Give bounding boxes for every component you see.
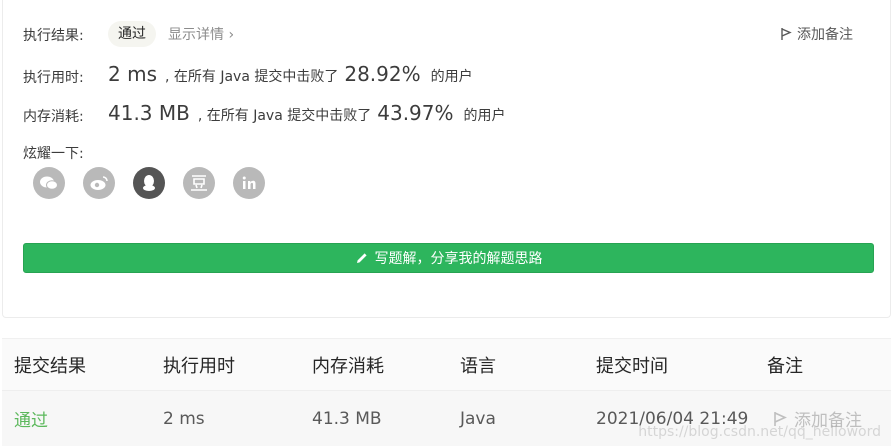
memory-value: 41.3 MB [108,101,190,125]
runtime-suffix: 的用户 [430,69,473,85]
header-language: 语言 [460,355,496,377]
write-solution-label: 写题解，分享我的解题思路 [374,251,543,267]
memory-label: 内存消耗: [23,109,84,125]
linkedin-icon[interactable] [233,167,265,199]
result-card: 执行结果: 通过 显示详情 › 添加备注 执行用时: 2 ms , 在所有 Ja… [2,0,891,318]
share-label: 炫耀一下: [23,146,84,162]
memory-stat: 41.3 MB , 在所有 Java 提交中击败了 43.97% 的用户 [108,101,506,125]
watermark-text: https://blog.csdn.net/qq_helloword [638,424,881,440]
header-runtime: 执行用时 [163,355,235,377]
add-note-button[interactable]: 添加备注 [779,24,853,44]
runtime-percent: 28.92% [344,62,421,86]
header-memory: 内存消耗 [312,355,384,377]
runtime-stat: 2 ms , 在所有 Java 提交中击败了 28.92% 的用户 [108,62,473,86]
show-details-link[interactable]: 显示详情 › [168,24,234,44]
share-buttons [33,167,265,199]
table-header: 提交结果 执行用时 内存消耗 语言 提交时间 备注 [2,338,891,390]
qq-icon[interactable] [133,167,165,199]
show-details-label: 显示详情 [168,27,224,43]
status-badge: 通过 [108,21,156,47]
row-language: Java [460,408,496,429]
table-row: 通过 2 ms 41.3 MB Java 2021/06/04 21:49 添加… [2,390,891,446]
submissions-table: 提交结果 执行用时 内存消耗 语言 提交时间 备注 通过 2 ms 41.3 M… [2,338,891,446]
runtime-text: , 在所有 Java 提交中击败了 [164,69,339,85]
header-result: 提交结果 [14,355,86,377]
pencil-icon [356,253,367,263]
memory-percent: 43.97% [377,101,454,125]
add-note-label: 添加备注 [797,27,853,43]
chevron-right-icon: › [228,27,235,43]
write-solution-button[interactable]: 写题解，分享我的解题思路 [23,243,874,273]
row-memory: 41.3 MB [312,408,382,429]
memory-suffix: 的用户 [463,108,506,124]
runtime-value: 2 ms [108,62,157,86]
weibo-icon[interactable] [83,167,115,199]
header-note: 备注 [767,355,803,377]
runtime-label: 执行用时: [23,70,84,86]
wechat-icon[interactable] [33,167,65,199]
row-result-link[interactable]: 通过 [14,391,48,446]
douban-icon[interactable] [183,167,215,199]
row-runtime: 2 ms [163,408,205,429]
memory-text: , 在所有 Java 提交中击败了 [197,108,372,124]
header-time: 提交时间 [596,355,668,377]
result-label: 执行结果: [23,28,84,44]
flag-icon [781,28,792,40]
